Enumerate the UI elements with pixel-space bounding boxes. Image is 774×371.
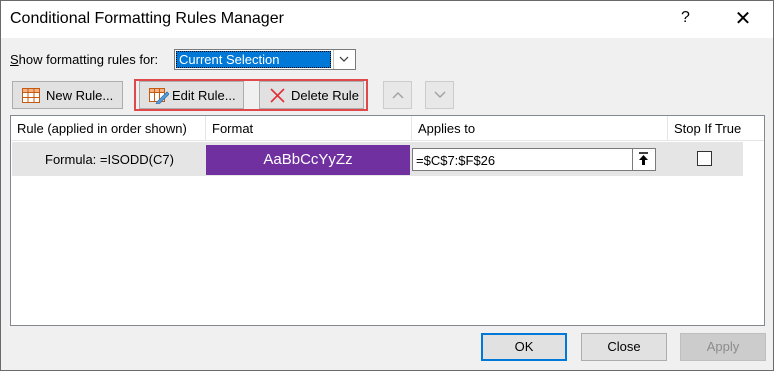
conditional-formatting-dialog: Conditional Formatting Rules Manager ? ✕… — [0, 0, 774, 371]
close-icon[interactable]: ✕ — [734, 9, 752, 29]
stop-if-true-checkbox[interactable] — [697, 151, 712, 166]
rules-grid: Rule (applied in order shown) Format App… — [10, 115, 765, 326]
column-header-applies-to[interactable]: Applies to — [412, 116, 668, 141]
show-rules-selected-value: Current Selection — [176, 51, 331, 68]
new-rule-label: New Rule... — [46, 88, 114, 103]
apply-button[interactable]: Apply — [680, 333, 766, 361]
chevron-down-icon[interactable] — [333, 50, 355, 69]
new-rule-button[interactable]: New Rule... — [12, 81, 123, 109]
format-preview: AaBbCcYyZz — [206, 145, 410, 175]
chevron-up-icon — [392, 92, 404, 99]
dialog-title: Conditional Formatting Rules Manager — [10, 10, 284, 27]
highlight-box — [134, 79, 368, 111]
chevron-down-icon — [434, 91, 446, 98]
column-header-format[interactable]: Format — [206, 116, 412, 141]
close-button[interactable]: Close — [581, 333, 667, 361]
move-down-button[interactable] — [425, 81, 454, 109]
table-row[interactable]: Formula: =ISODD(C7) AaBbCcYyZz =$C$7:$F$… — [12, 142, 743, 176]
applies-to-field[interactable]: =$C$7:$F$26 — [412, 148, 656, 171]
collapse-arrow-icon — [639, 152, 648, 165]
new-rule-icon — [22, 88, 40, 103]
rule-description: Formula: =ISODD(C7) — [45, 152, 174, 167]
column-header-stop-if-true[interactable]: Stop If True — [668, 116, 764, 141]
show-rules-dropdown[interactable]: Current Selection — [174, 49, 356, 70]
title-bar: Conditional Formatting Rules Manager ? ✕ — [1, 1, 773, 38]
show-rules-label: Show formatting rules for: — [10, 52, 159, 67]
move-up-button[interactable] — [383, 81, 412, 109]
applies-to-value: =$C$7:$F$26 — [416, 153, 496, 168]
help-button[interactable]: ? — [681, 9, 690, 27]
ok-button[interactable]: OK — [481, 333, 567, 361]
collapse-dialog-button[interactable] — [632, 149, 655, 170]
column-header-rule[interactable]: Rule (applied in order shown) — [11, 116, 206, 141]
